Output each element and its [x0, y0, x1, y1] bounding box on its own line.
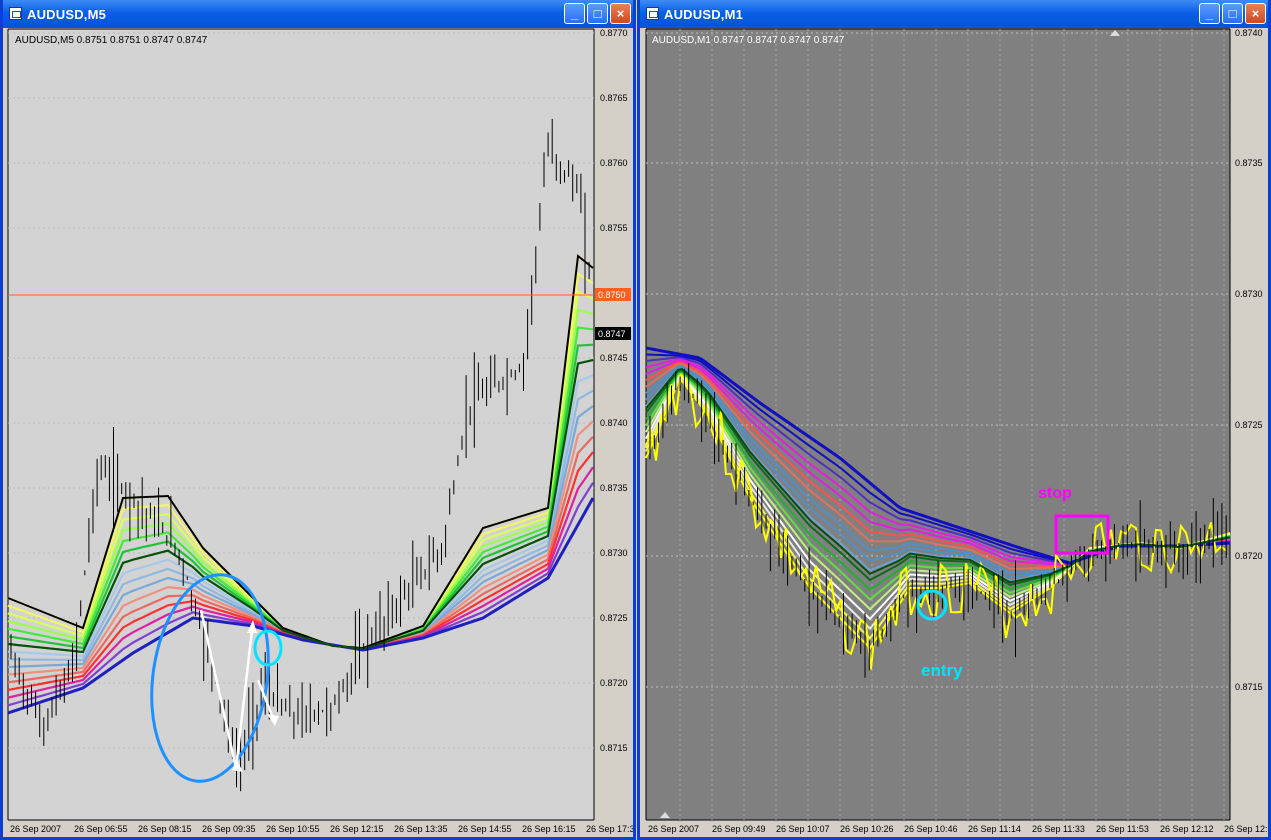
minimize-icon: _: [1205, 6, 1214, 21]
time-tick-label: 26 Sep 2007: [648, 824, 699, 834]
price-tick-label: 0.8755: [600, 223, 628, 233]
time-tick-label: 26 Sep 12:15: [330, 824, 384, 834]
chart-info-line: AUDUSD,M1 0.8747 0.8747 0.8747 0.8747: [652, 35, 845, 46]
close-button[interactable]: ×: [610, 3, 631, 24]
window-title: AUDUSD,M1: [664, 7, 744, 22]
time-tick-label: 26 Sep 16:15: [522, 824, 576, 834]
price-tick-label: 0.8760: [600, 158, 628, 168]
time-tick-label: 26 Sep 08:15: [138, 824, 192, 834]
time-tick-label: 26 Sep 09:35: [202, 824, 256, 834]
chart-info-line: AUDUSD,M5 0.8751 0.8751 0.8747 0.8747: [15, 35, 208, 46]
window-icon: [646, 7, 659, 20]
time-tick-label: 26 Sep 13:35: [394, 824, 448, 834]
plot-background: [8, 28, 594, 820]
price-tick-label: 0.8715: [1235, 682, 1263, 692]
price-tick-label: 0.8740: [1235, 28, 1263, 38]
price-chart-m1[interactable]: 0.8740 0.8735 0.8730 0.8725 0.8720 0.8715 26 …: [640, 28, 1268, 840]
time-tick-label: 26 Sep 10:46: [904, 824, 958, 834]
chart-window-m1[interactable]: AUDUSD,M1 _ □ × 0.8740 0.8735 0.8730 0.8725…: [637, 0, 1271, 840]
price-tick-label: 0.8735: [1235, 158, 1263, 168]
time-tick-label: 26 Sep 10:26: [840, 824, 894, 834]
time-axis: 26 Sep 2007 26 Sep 09:49 26 Sep 10:07 26 Se…: [648, 824, 1268, 834]
price-axis: 0.8740 0.8735 0.8730 0.8725 0.8720 0.8715: [1235, 28, 1263, 692]
price-chart-m5[interactable]: 0.8750 0.8747 0.87700.87650.87600.87550.…: [3, 28, 633, 840]
price-tick-label: 0.8770: [600, 28, 628, 38]
price-tick-label: 0.8720: [1235, 551, 1263, 561]
close-icon: ×: [616, 6, 625, 21]
price-tick-label: 0.8740: [600, 418, 628, 428]
title-bar[interactable]: AUDUSD,M1 _ □ ×: [640, 0, 1268, 28]
maximize-button[interactable]: □: [1222, 3, 1243, 24]
plot-background: [646, 28, 1230, 820]
time-tick-label: 26 Sep 10:55: [266, 824, 320, 834]
close-button[interactable]: ×: [1245, 3, 1266, 24]
price-tick-label: 0.8720: [600, 678, 628, 688]
time-tick-label: 26 Sep 09:49: [712, 824, 766, 834]
price-axis: 0.8770 0.8765 0.8760 0.8755 0.8745 0.8740 0.87…: [600, 28, 628, 753]
time-tick-label: 26 Sep 14:55: [458, 824, 512, 834]
price-tick-label: 0.8730: [600, 548, 628, 558]
maximize-button[interactable]: □: [587, 3, 608, 24]
maximize-icon: □: [1228, 6, 1237, 21]
time-tick-label: 26 Sep 12:31: [1224, 824, 1268, 834]
window-title: AUDUSD,M5: [27, 7, 107, 22]
maximize-icon: □: [593, 6, 602, 21]
stop-label: stop: [1038, 485, 1072, 502]
current-price-label: 0.8747: [598, 329, 626, 339]
chart-area[interactable]: 0.8750 0.8747 0.8770 0.8765 0.8760 0.8755 0.…: [3, 28, 633, 837]
price-tick-label: 0.8735: [600, 483, 628, 493]
window-icon: [9, 7, 22, 20]
title-bar[interactable]: AUDUSD,M5 _ □ ×: [3, 0, 633, 28]
time-tick-label: 26 Sep 11:14: [968, 824, 1021, 834]
entry-label: entry: [921, 661, 963, 680]
minimize-icon: _: [570, 6, 579, 21]
time-tick-label: 26 Sep 12:12: [1160, 824, 1214, 834]
close-icon: ×: [1251, 6, 1260, 21]
time-tick-label: 26 Sep 17:35: [586, 824, 633, 834]
price-tick-label: 0.8765: [600, 93, 628, 103]
time-axis: 26 Sep 2007 26 Sep 06:55 26 Sep 08:15 26 Se…: [10, 824, 633, 834]
chart-window-m5[interactable]: AUDUSD,M5 _ □ × 0.8750 0.8747 0.8770 0.87…: [0, 0, 636, 840]
time-tick-label: 26 Sep 06:55: [74, 824, 128, 834]
time-tick-label: 26 Sep 11:53: [1096, 824, 1149, 834]
price-tick-label: 0.8725: [600, 613, 628, 623]
price-tick-label: 0.8715: [600, 743, 628, 753]
time-tick-label: 26 Sep 10:07: [776, 824, 830, 834]
price-tick-label: 0.8745: [600, 353, 628, 363]
price-tick-label: 0.8725: [1235, 420, 1263, 430]
chart-area[interactable]: 0.8740 0.8735 0.8730 0.8725 0.8720 0.8715 26 …: [640, 28, 1268, 837]
price-tick-label: 0.8730: [1235, 289, 1263, 299]
time-tick-label: 26 Sep 2007: [10, 824, 61, 834]
marker-price-label: 0.8750: [598, 290, 626, 300]
minimize-button[interactable]: _: [1199, 3, 1220, 24]
minimize-button[interactable]: _: [564, 3, 585, 24]
time-tick-label: 26 Sep 11:33: [1032, 824, 1085, 834]
